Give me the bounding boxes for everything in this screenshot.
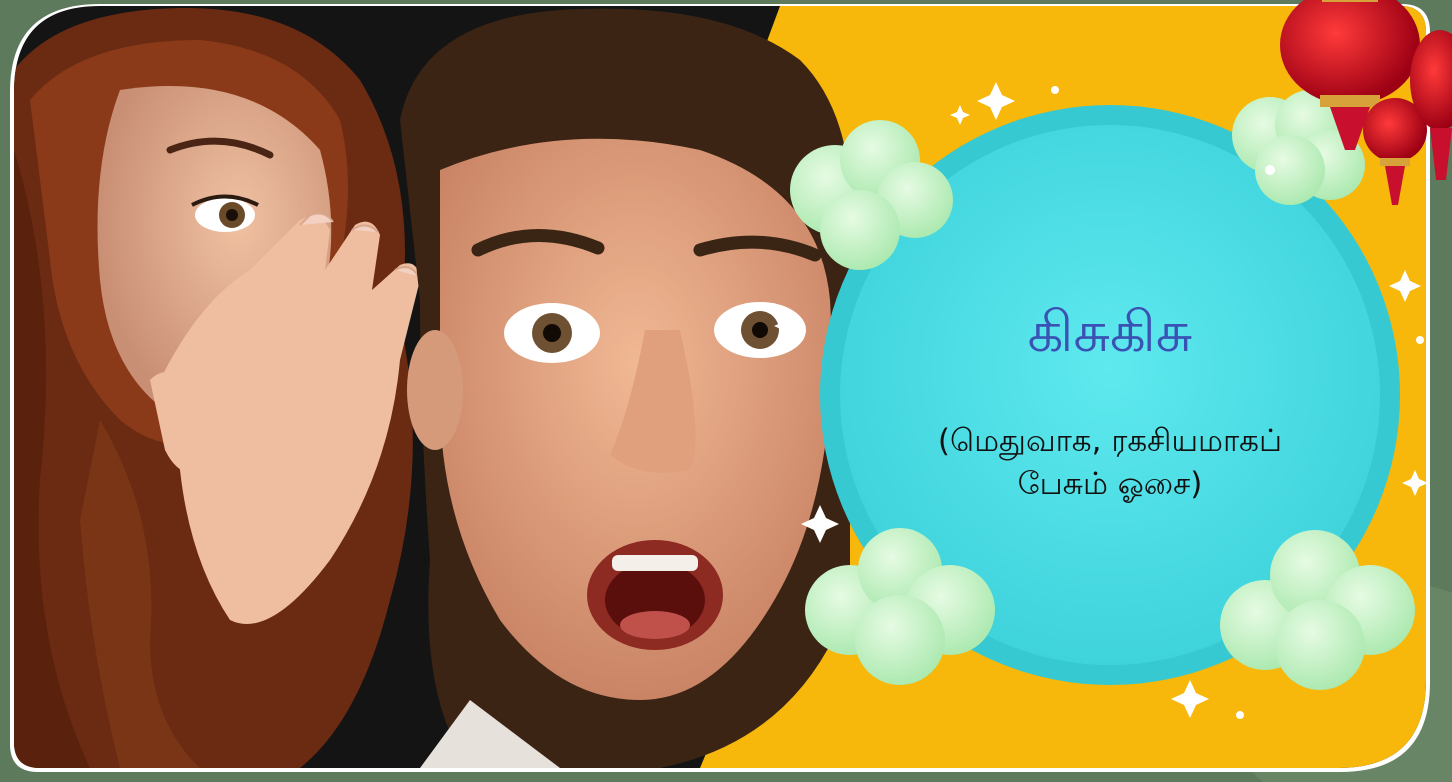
word-meaning: (மெதுவாக, ரகசியமாகப் பேசும் ஓசை) <box>850 420 1370 507</box>
word-title: கிசுகிசு <box>1027 300 1193 365</box>
meaning-line-1: (மெதுவாக, ரகசியமாகப் <box>937 423 1283 459</box>
illustration-canvas <box>0 0 1452 782</box>
meaning-line-2: பேசும் ஓசை) <box>1017 466 1203 503</box>
man-figure <box>400 8 852 768</box>
